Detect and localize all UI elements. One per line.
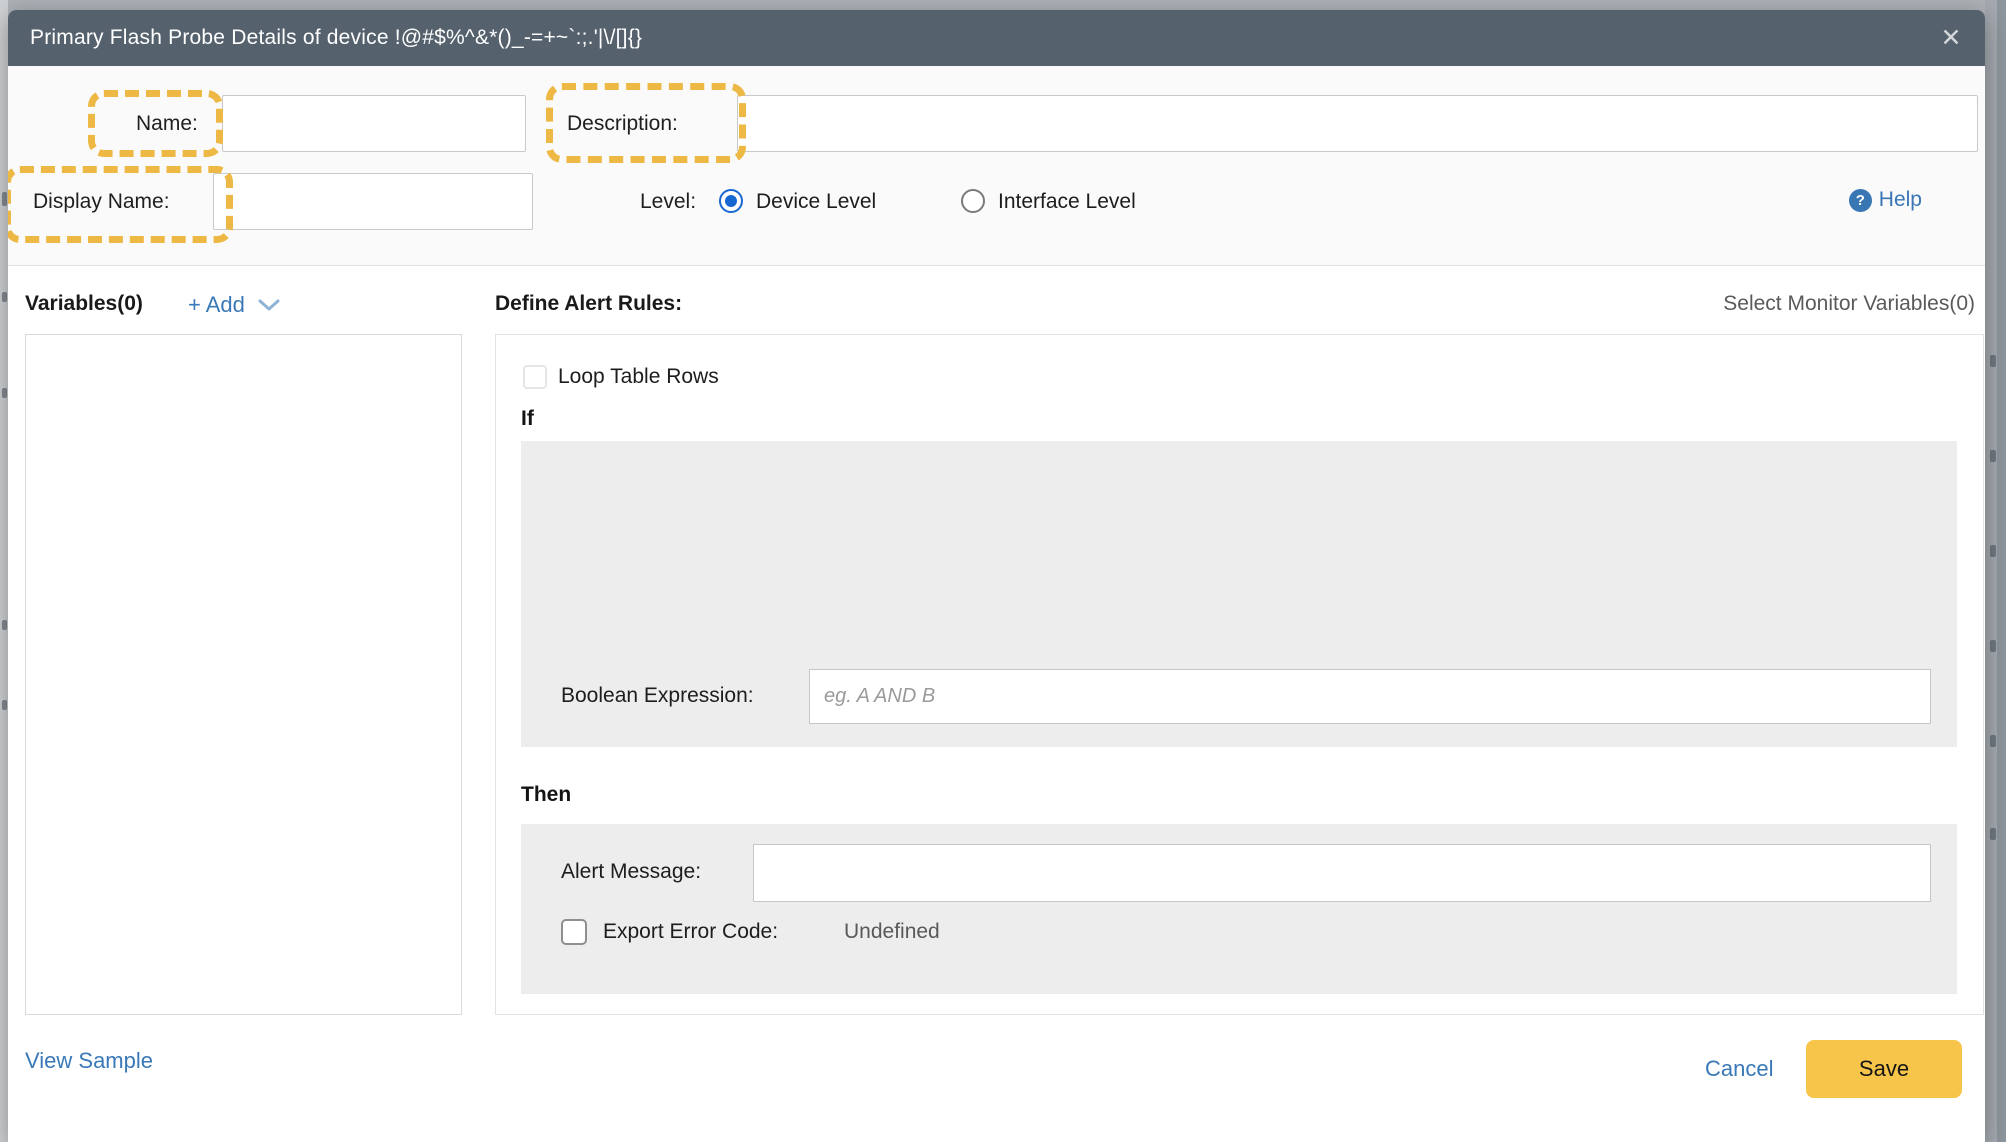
save-button[interactable]: Save: [1806, 1040, 1962, 1098]
radio-interface-level-label[interactable]: Interface Level: [998, 190, 1136, 214]
if-condition-area[interactable]: Boolean Expression:: [521, 441, 1957, 747]
name-input[interactable]: [222, 95, 526, 152]
display-name-input[interactable]: [213, 173, 533, 230]
alert-message-input[interactable]: [753, 844, 1931, 902]
name-label: Name:: [136, 112, 198, 136]
backdrop-right-strip: [1985, 0, 2006, 1142]
alert-message-label: Alert Message:: [561, 860, 701, 884]
description-input[interactable]: [737, 95, 1978, 152]
define-alert-rules-header: Define Alert Rules:: [495, 292, 682, 316]
alert-rules-panel: Loop Table Rows If Boolean Expression: T…: [495, 334, 1984, 1015]
help-link[interactable]: ? Help: [1849, 188, 1922, 212]
screen: Primary Flash Probe Details of device !@…: [0, 0, 2006, 1142]
add-variable-label: + Add: [188, 292, 245, 318]
variables-header: Variables(0): [25, 292, 143, 316]
then-label: Then: [521, 783, 571, 807]
then-action-area: Alert Message: Export Error Code: Undefi…: [521, 824, 1957, 994]
export-error-code-label: Export Error Code:: [603, 920, 778, 944]
boolean-expression-input[interactable]: [809, 669, 1931, 724]
variables-list[interactable]: [25, 334, 462, 1015]
close-icon[interactable]: ✕: [1931, 10, 1971, 66]
chevron-down-icon: [257, 298, 281, 312]
cancel-button[interactable]: Cancel: [1705, 1056, 1773, 1082]
loop-table-rows-checkbox[interactable]: [523, 365, 547, 389]
modal-header: Primary Flash Probe Details of device !@…: [8, 10, 1985, 66]
export-error-code-value: Undefined: [844, 920, 940, 944]
loop-table-rows-label: Loop Table Rows: [558, 365, 719, 389]
radio-device-level[interactable]: [719, 189, 743, 213]
view-sample-link[interactable]: View Sample: [25, 1048, 153, 1074]
add-variable-button[interactable]: + Add: [188, 292, 281, 318]
description-label: Description:: [567, 112, 678, 136]
probe-details-modal: Primary Flash Probe Details of device !@…: [8, 10, 1985, 1142]
modal-title: Primary Flash Probe Details of device !@…: [8, 26, 642, 50]
help-label: Help: [1879, 188, 1922, 212]
form-section: Name: Description: Display Name: Level: …: [8, 66, 1985, 266]
help-question-icon: ?: [1849, 189, 1872, 212]
display-name-label: Display Name:: [33, 190, 170, 214]
background-scrollbar: [1997, 0, 2006, 1142]
radio-interface-level[interactable]: [961, 189, 985, 213]
select-monitor-variables-link[interactable]: Select Monitor Variables(0): [1723, 292, 1975, 316]
boolean-expression-label: Boolean Expression:: [561, 684, 754, 708]
radio-device-level-label[interactable]: Device Level: [756, 190, 876, 214]
level-label: Level:: [640, 190, 696, 214]
if-label: If: [521, 407, 534, 431]
export-error-code-checkbox[interactable]: [561, 919, 587, 945]
backdrop-left-strip: [0, 0, 8, 1142]
